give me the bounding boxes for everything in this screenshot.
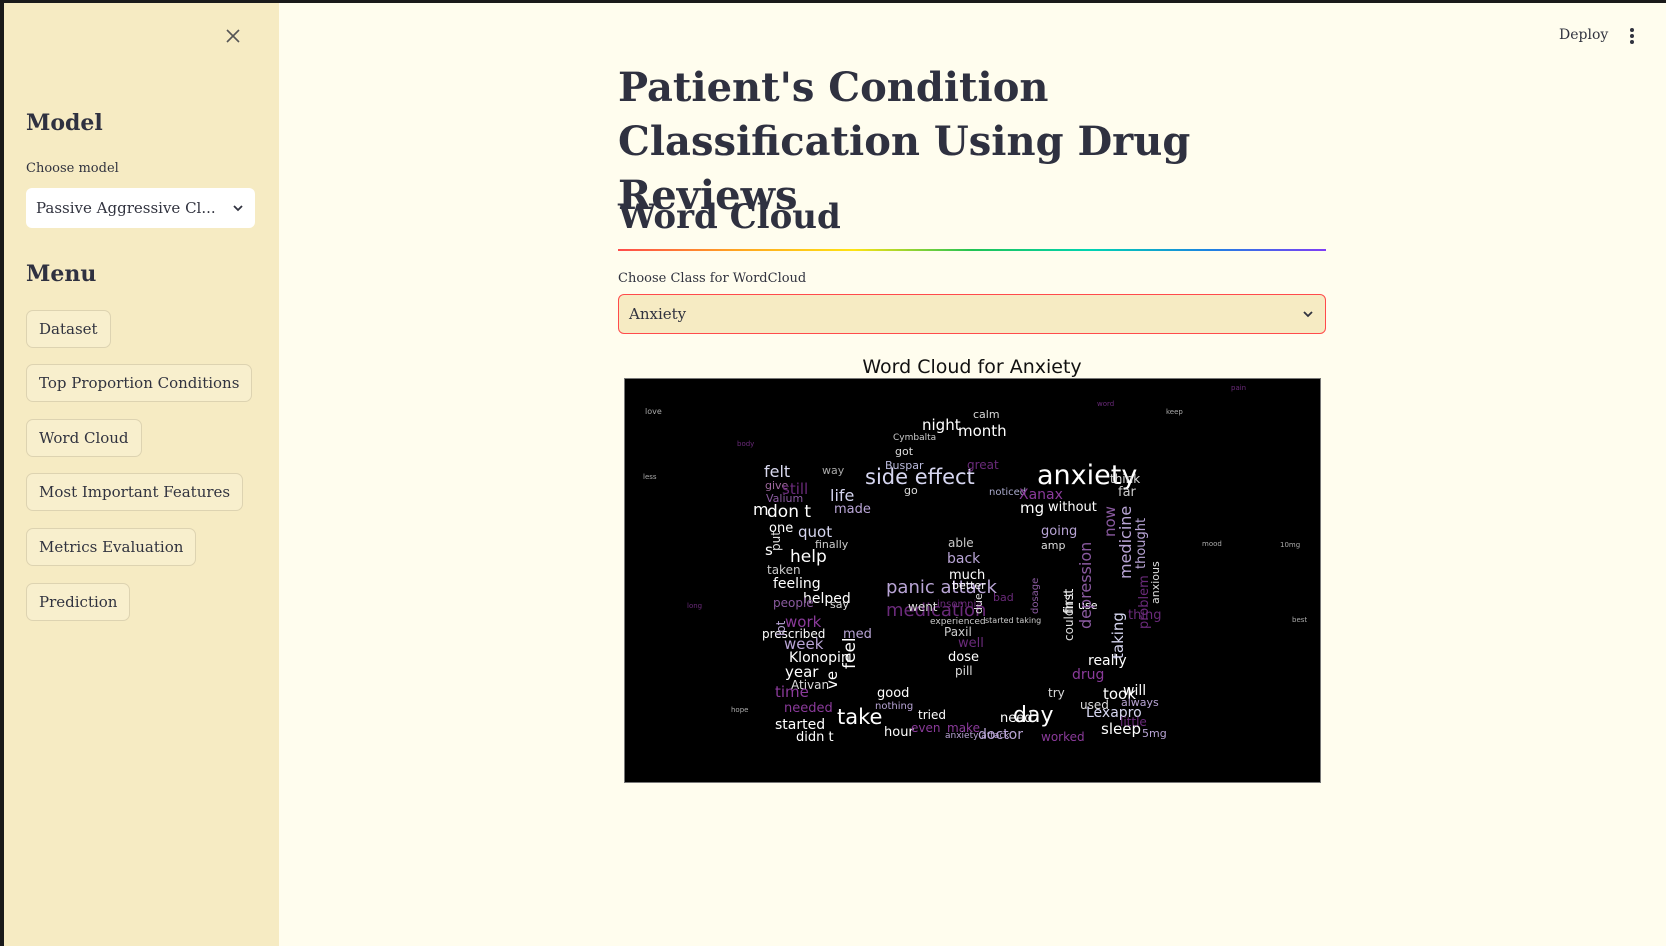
wordcloud-word: hour bbox=[884, 725, 914, 740]
wordcloud-word: anxiety attack bbox=[945, 731, 1010, 741]
wordcloud-canvas: anxietyside effectpanic attackmedication… bbox=[643, 384, 1307, 745]
wordcloud-word: made bbox=[834, 502, 871, 517]
close-icon bbox=[226, 29, 240, 43]
wordcloud-word: 5mg bbox=[1142, 727, 1167, 740]
wordcloud-word: tried bbox=[918, 708, 946, 722]
class-select[interactable]: Anxiety bbox=[618, 294, 1326, 334]
wordcloud-word: started taking bbox=[985, 616, 1041, 625]
wordcloud-word: feel bbox=[840, 637, 860, 669]
model-select[interactable]: Passive Aggressive Cl... bbox=[26, 188, 255, 228]
menu-button-prediction[interactable]: Prediction bbox=[26, 583, 131, 621]
wordcloud-word: time bbox=[775, 683, 809, 701]
wordcloud-word: nothing bbox=[875, 701, 913, 712]
wordcloud-word: keep bbox=[1166, 408, 1183, 416]
section-divider bbox=[618, 249, 1326, 251]
wordcloud-word: feeling bbox=[773, 576, 821, 592]
choose-model-label: Choose model bbox=[26, 161, 119, 176]
wordcloud-word: ve bbox=[823, 671, 841, 689]
menu-button-dataset[interactable]: Dataset bbox=[26, 310, 111, 348]
wordcloud-word: 10mg bbox=[1280, 541, 1300, 549]
wordcloud-word: body bbox=[737, 440, 754, 448]
wordcloud-word: due bbox=[972, 593, 985, 614]
wordcloud-word: hope bbox=[731, 706, 748, 714]
wordcloud-word: month bbox=[958, 422, 1007, 440]
deploy-button[interactable]: Deploy bbox=[1559, 27, 1608, 43]
wordcloud-word: Cymbalta bbox=[893, 433, 936, 443]
wordcloud-word: dosage bbox=[1030, 578, 1041, 614]
wordcloud-title: Word Cloud for Anxiety bbox=[862, 356, 1082, 378]
wordcloud-word: word bbox=[1097, 400, 1114, 408]
sidebar: Model Choose model Passive Aggressive Cl… bbox=[4, 3, 279, 946]
wordcloud-word: worked bbox=[1041, 730, 1085, 744]
wordcloud-word: sleep bbox=[1101, 720, 1141, 738]
wordcloud-word: think bbox=[1110, 472, 1140, 486]
wordcloud-word: put bbox=[769, 531, 783, 551]
chevron-down-icon bbox=[233, 205, 243, 212]
menu-heading: Menu bbox=[26, 261, 97, 287]
wordcloud-word: didn t bbox=[796, 730, 834, 745]
wordcloud-word: went bbox=[908, 600, 938, 614]
wordcloud-word: try bbox=[1048, 686, 1065, 700]
wordcloud-word: dose bbox=[948, 650, 979, 665]
wordcloud-word: lot bbox=[774, 620, 788, 636]
wordcloud-word: without bbox=[1048, 500, 1097, 515]
wordcloud-word: people bbox=[773, 596, 814, 610]
wordcloud-word: needed bbox=[784, 701, 833, 716]
wordcloud-word: calm bbox=[973, 408, 1000, 421]
section-title: Word Cloud bbox=[618, 197, 841, 237]
app-window: Model Choose model Passive Aggressive Cl… bbox=[4, 3, 1666, 946]
class-select-value: Anxiety bbox=[629, 305, 687, 323]
menu-button-top-proportion-conditions[interactable]: Top Proportion Conditions bbox=[26, 364, 253, 402]
menu-button-most-important-features[interactable]: Most Important Features bbox=[26, 473, 244, 511]
kebab-menu-icon bbox=[1630, 28, 1634, 44]
chevron-down-icon bbox=[1303, 311, 1313, 318]
wordcloud-word: couldn t bbox=[1062, 592, 1076, 641]
wordcloud-word: far bbox=[1118, 485, 1137, 500]
wordcloud-word: got bbox=[895, 445, 914, 458]
wordcloud-word: even bbox=[911, 721, 940, 735]
wordcloud-word: good bbox=[877, 686, 909, 701]
wordcloud-word: taken bbox=[767, 563, 801, 577]
wordcloud-word: night bbox=[922, 416, 961, 434]
wordcloud-image: anxiety side effect panic attack medication… bbox=[624, 378, 1321, 783]
wordcloud-word: go bbox=[904, 484, 918, 497]
wordcloud-word: now bbox=[1101, 506, 1119, 537]
wordcloud-word: able bbox=[948, 536, 974, 550]
wordcloud-word: less bbox=[643, 473, 657, 481]
wordcloud-word: say bbox=[830, 598, 849, 611]
wordcloud-word: best bbox=[1292, 616, 1307, 624]
wordcloud-word: going bbox=[1041, 524, 1077, 539]
wordcloud-word: don t bbox=[767, 502, 811, 522]
wordcloud-word: long bbox=[687, 602, 702, 610]
wordcloud-word: love bbox=[645, 407, 662, 416]
close-sidebar-button[interactable] bbox=[222, 25, 244, 47]
model-heading: Model bbox=[26, 110, 103, 136]
wordcloud-word: better bbox=[952, 579, 986, 592]
model-select-value: Passive Aggressive Cl... bbox=[36, 199, 216, 217]
wordcloud-word: way bbox=[822, 464, 845, 477]
main-menu-button[interactable] bbox=[1625, 25, 1639, 47]
wordcloud-word: back bbox=[947, 551, 981, 567]
wordcloud-word: well bbox=[958, 636, 984, 651]
wordcloud-word: experienced bbox=[930, 617, 986, 627]
wordcloud-word: mood bbox=[1202, 540, 1222, 548]
wordcloud-word: anxious bbox=[1149, 561, 1162, 604]
wordcloud-word: amp bbox=[1041, 539, 1065, 552]
wordcloud-word: Buspar bbox=[885, 459, 924, 472]
wordcloud-word: pain bbox=[1231, 384, 1246, 392]
wordcloud-word: pill bbox=[955, 664, 973, 678]
wordcloud-word: taking bbox=[1109, 612, 1127, 659]
wordcloud-word: need bbox=[1000, 711, 1033, 726]
wordcloud-word: thought bbox=[1134, 518, 1149, 569]
wordcloud-word: bad bbox=[993, 591, 1014, 604]
class-select-label: Choose Class for WordCloud bbox=[618, 271, 807, 286]
wordcloud-word: drug bbox=[1072, 667, 1104, 683]
wordcloud-word: mg bbox=[1020, 499, 1044, 517]
wordcloud-word: depression bbox=[1076, 542, 1095, 629]
menu-button-metrics-evaluation[interactable]: Metrics Evaluation bbox=[26, 528, 197, 566]
menu-button-word-cloud[interactable]: Word Cloud bbox=[26, 419, 142, 457]
wordcloud-word: great bbox=[967, 458, 999, 472]
